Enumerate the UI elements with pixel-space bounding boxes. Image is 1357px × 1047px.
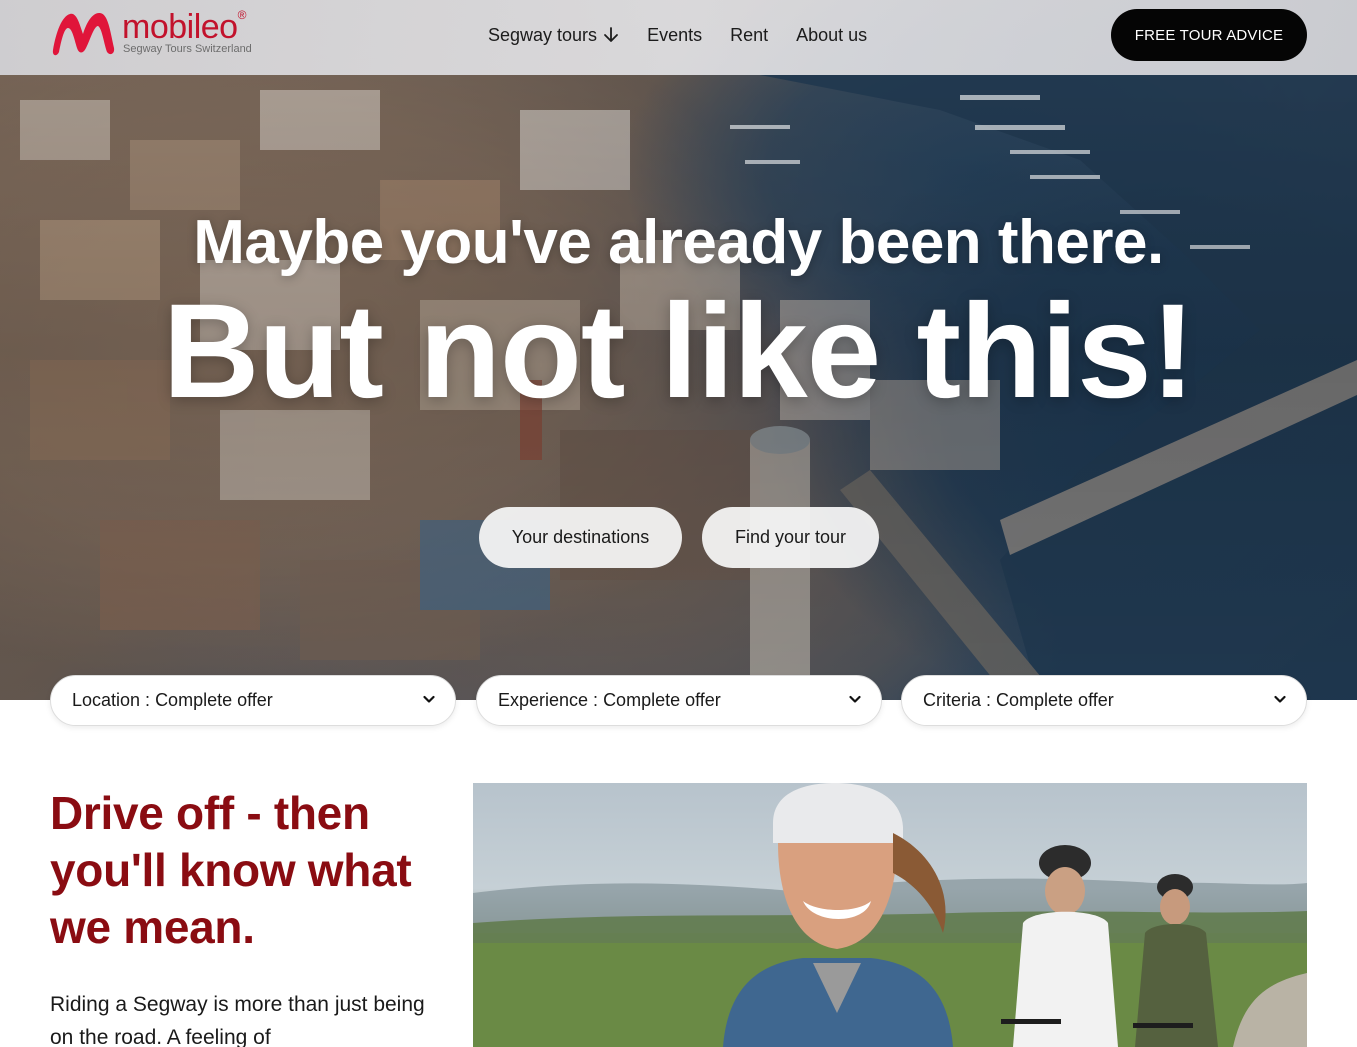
riders-illustration bbox=[473, 783, 1307, 1047]
main-nav: Segway tours Events Rent About us bbox=[488, 22, 895, 48]
site-header: mobileo® Segway Tours Switzerland Segway… bbox=[0, 0, 1357, 75]
segway-riders-photo bbox=[473, 783, 1307, 1047]
nav-item-label: Rent bbox=[730, 24, 769, 45]
filter-value: Complete offer bbox=[155, 690, 273, 710]
nav-item-events[interactable]: Events bbox=[647, 25, 702, 46]
chevron-down-icon bbox=[849, 695, 861, 703]
nav-item-rent[interactable]: Rent bbox=[730, 25, 768, 46]
chevron-down-icon bbox=[423, 695, 435, 703]
nav-item-label: Events bbox=[647, 24, 703, 45]
mobileo-logo-icon bbox=[52, 12, 115, 56]
arrow-down-icon bbox=[604, 27, 618, 42]
filter-value: Complete offer bbox=[996, 690, 1114, 710]
nav-item-label: About us bbox=[796, 24, 868, 45]
experience-filter-select[interactable]: Experience : Complete offer bbox=[476, 675, 882, 726]
chevron-down-icon bbox=[1274, 695, 1286, 703]
nav-item-label: Segway tours bbox=[488, 24, 598, 45]
filter-value: Complete offer bbox=[603, 690, 721, 710]
brand-tagline: Segway Tours Switzerland bbox=[123, 43, 252, 55]
find-your-tour-button[interactable]: Find your tour bbox=[702, 507, 879, 568]
criteria-filter-select[interactable]: Criteria : Complete offer bbox=[901, 675, 1307, 726]
your-destinations-button[interactable]: Your destinations bbox=[479, 507, 682, 568]
filter-key: Experience : bbox=[498, 690, 604, 710]
hero-heading: But not like this! bbox=[162, 277, 1196, 426]
brand-name: mobileo® bbox=[122, 8, 246, 46]
brand-logo[interactable]: mobileo® Segway Tours Switzerland bbox=[50, 8, 260, 62]
section-title: Drive off - then you'll know what we mea… bbox=[50, 787, 412, 953]
filter-key: Criteria : bbox=[923, 690, 997, 710]
section-text: Riding a Segway is more than just being … bbox=[50, 993, 425, 1047]
filter-key: Location : bbox=[72, 690, 156, 710]
nav-item-segway-tours[interactable]: Segway tours bbox=[488, 25, 619, 46]
location-filter-select[interactable]: Location : Complete offer bbox=[50, 675, 456, 726]
free-tour-advice-button[interactable]: FREE TOUR ADVICE bbox=[1111, 9, 1307, 61]
hero-subheading: Maybe you've already been there. bbox=[193, 208, 1164, 277]
nav-item-about-us[interactable]: About us bbox=[796, 25, 867, 46]
